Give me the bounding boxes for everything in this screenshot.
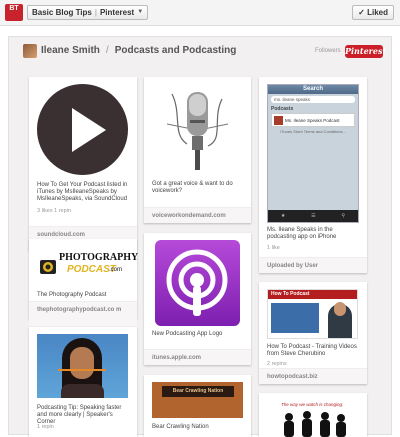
phone-footer-text: iTunes Store Terms and Conditions...	[280, 129, 346, 134]
pin-card[interactable]: Search ms. ileane speaks Podcasts Ms. Il…	[259, 77, 367, 273]
top-bar: BT Basic Blog Tips | Pinterest ▼ ✓ Liked	[0, 0, 400, 26]
page-title: Ileane Smith / Podcasts and Podcasting	[41, 45, 236, 56]
phone-title-bar: Search	[268, 85, 358, 94]
basic-blog-tips-logo[interactable]: BT	[5, 4, 23, 21]
avatar[interactable]	[23, 44, 37, 58]
pin-stats: 2 repins	[267, 361, 287, 367]
face-shape	[70, 347, 94, 379]
board-header: Ileane Smith / Podcasts and Podcasting Fol…	[9, 37, 391, 64]
phone-title: Search	[302, 86, 323, 92]
iphone-screenshot[interactable]: Search ms. ileane speaks Podcasts Ms. Il…	[267, 84, 359, 223]
pin-card[interactable]: PHOTOGRAPHY PODCAST .com The Photography…	[29, 239, 138, 326]
search-icon: ⚲	[341, 213, 346, 219]
bear-crawling-image[interactable]: Bear Crawling Nation	[152, 382, 243, 418]
pin-description: Got a great voice & want to do voicework…	[152, 181, 233, 194]
podcast-thumbnail	[274, 115, 283, 125]
phone-search-field: ms. ileane speaks	[271, 96, 355, 103]
silhouette-caption: The way we watch is changing.	[281, 402, 344, 407]
pin-description: Bear Crawling Nation	[152, 424, 209, 430]
breadcrumb-site: Pinterest	[99, 8, 135, 17]
pin-card[interactable]: The way we watch is changing.	[259, 393, 367, 437]
pin-source[interactable]: voiceworkondemand.com	[144, 207, 251, 223]
pin-card[interactable]: How To Get Your Podcast listed in iTunes…	[29, 77, 137, 250]
pin-card[interactable]: Podcasting Tip: Speaking faster and more…	[29, 327, 137, 437]
liked-button[interactable]: ✓ Liked	[352, 5, 394, 20]
pin-description: New Podcasting App Logo	[152, 331, 223, 337]
pin-description: How To Podcast - Training Videos from St…	[267, 344, 357, 357]
pin-card[interactable]: How To Podcast How To Podcast - Training…	[259, 282, 367, 384]
podcast-icon	[166, 249, 228, 316]
ht-banner: How To Podcast	[268, 290, 357, 299]
pin-source[interactable]: itunes.apple.com	[144, 349, 251, 365]
play-icon	[72, 108, 106, 152]
phone-result-row: Ms. Ileane Speaks Podcast	[271, 113, 355, 127]
photo-logo-line1: PHOTOGRAPHY	[59, 252, 139, 263]
board-panel: Ileane Smith / Podcasts and Podcasting Fol…	[8, 36, 392, 437]
breadcrumb-board: Basic Blog Tips	[32, 8, 92, 17]
pin-source[interactable]: Uploaded by User	[259, 257, 367, 273]
chevron-down-icon: ▼	[137, 9, 144, 15]
pin-source[interactable]: howtopodcast.biz	[259, 368, 367, 384]
breadcrumb-button[interactable]: Basic Blog Tips | Pinterest ▼	[27, 5, 149, 20]
pin-card[interactable]: Got a great voice & want to do voicework…	[144, 77, 251, 223]
breadcrumb-separator: |	[94, 8, 97, 17]
phone-row-label: Ms. Ileane Speaks Podcast	[285, 117, 340, 123]
pin-stats: 1 repin	[37, 424, 54, 430]
shirt-shape	[61, 384, 104, 398]
silhouette-image[interactable]: The way we watch is changing.	[267, 400, 358, 437]
play-button-image[interactable]	[37, 84, 128, 175]
star-icon: ★	[280, 213, 286, 219]
bear-image-label: Bear Crawling Nation	[162, 386, 234, 397]
pin-source[interactable]: thephotographypodcast.co m	[29, 301, 137, 326]
pin-description: The Photography Podcast	[37, 292, 107, 298]
microphone-icon	[166, 92, 229, 170]
pinterest-button[interactable]: Pinterest	[345, 45, 386, 58]
how-to-podcast-image[interactable]: How To Podcast	[267, 289, 358, 339]
pin-stats: 1 like	[267, 245, 280, 251]
pencil-shape	[58, 369, 106, 371]
phone-tab-bar: ★ ☰ ⚲	[268, 210, 358, 222]
phone-search-text: ms. ileane speaks	[274, 97, 311, 102]
pin-stats: 3 likes 1 repin	[37, 208, 71, 214]
board-name[interactable]: Podcasts and Podcasting	[115, 45, 237, 56]
pin-description: Podcasting Tip: Speaking faster and more…	[37, 405, 122, 425]
photo-logo-com: .com	[109, 267, 123, 273]
ht-person-face	[334, 302, 346, 316]
user-name[interactable]: Ileane Smith	[41, 45, 100, 56]
portrait-image[interactable]	[37, 334, 128, 398]
title-separator: /	[105, 45, 109, 56]
phone-section-label: Podcasts	[271, 106, 294, 112]
followers-label[interactable]: Followers	[315, 48, 341, 54]
logo-label: BT	[9, 5, 19, 12]
list-icon: ☰	[311, 213, 316, 219]
pin-description: Ms. Ileane Speaks in the podcasting app …	[267, 227, 337, 240]
podcast-app-logo[interactable]	[155, 240, 240, 326]
pin-card[interactable]: New Podcasting App Logo itunes.apple.com	[144, 233, 251, 365]
pin-description: How To Get Your Podcast listed in iTunes…	[37, 182, 128, 202]
ht-video-frame	[271, 303, 319, 333]
microphone-image[interactable]	[152, 84, 243, 174]
pin-card[interactable]: Bear Crawling Nation Bear Crawling Natio…	[144, 375, 251, 437]
photography-podcast-logo[interactable]: PHOTOGRAPHY PODCAST .com	[37, 246, 138, 286]
